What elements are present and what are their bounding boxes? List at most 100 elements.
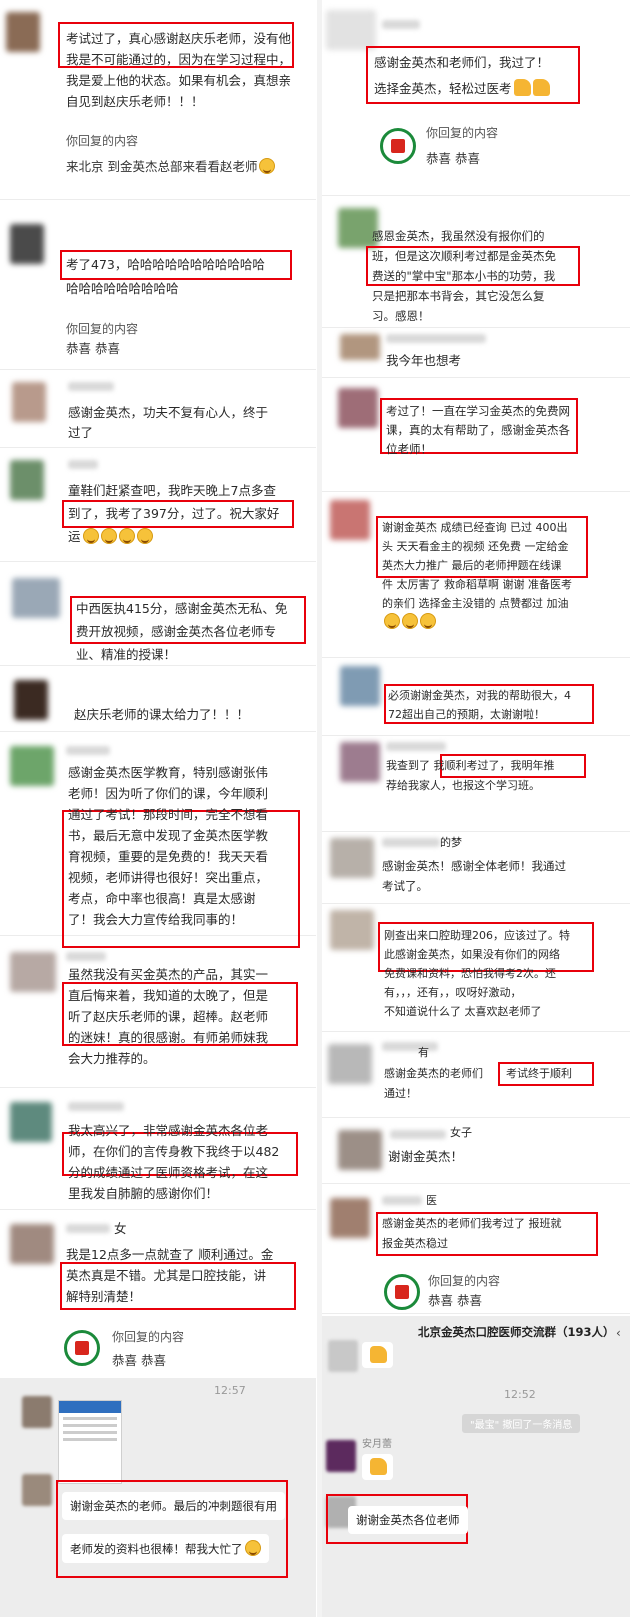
comment-text: 中西医执415分，感谢金英杰无私、免 bbox=[76, 601, 288, 616]
avatar bbox=[330, 838, 374, 878]
system-notice: "最宝" 撤回了一条消息 bbox=[462, 1414, 581, 1433]
comment-text: 业、精准的授课！ bbox=[76, 647, 177, 662]
username-blurred bbox=[382, 20, 420, 29]
comment-post: 我查到了 我顺利考过了，我明年推 荐给我家人，也报这个学习班。 bbox=[322, 738, 630, 832]
username-suffix: 女 bbox=[114, 1221, 127, 1236]
comment-text: 通过！ bbox=[384, 1087, 417, 1100]
comment-text: 考过了！一直在学习金英杰的免费网 课，真的太有帮助了，感谢金英杰各 位老师！ bbox=[386, 404, 570, 456]
avatar bbox=[330, 500, 370, 540]
comment-post: 我太高兴了，非常感谢金英杰各位老 师，在你们的言传身教下我终于以482 分的成绩通过… bbox=[0, 1092, 316, 1210]
reply-label: 你回复的内容 bbox=[66, 134, 139, 148]
comment-post: 有 感谢金英杰的老师们 考试终于顺利 通过！ bbox=[322, 1034, 630, 1118]
avatar bbox=[10, 1102, 52, 1142]
comment-post: 的梦 感谢金英杰！感谢全体老师！我通过 考试了。 bbox=[322, 834, 630, 904]
avatar bbox=[338, 388, 378, 428]
image-line bbox=[63, 1438, 117, 1441]
group-chat-screenshot: 北京金英杰口腔医师交流群（193人） ‹ 12:52 "最宝" 撤回了一条消息 … bbox=[322, 1316, 630, 1617]
reply-body: 恭喜 恭喜 bbox=[428, 1293, 482, 1308]
comment-text: 过了 bbox=[68, 425, 94, 440]
sun-emoji-icon bbox=[136, 528, 153, 544]
comment-text: 感谢金英杰的老师们我考过了 报班就 bbox=[382, 1217, 562, 1230]
username-suffix: 的梦 bbox=[440, 836, 462, 849]
comment-text: 考试终于顺利 bbox=[506, 1067, 572, 1080]
comment-text: 我太高兴了，非常感谢金英杰各位老 师，在你们的言传身教下我终于以482 分的成绩通过… bbox=[68, 1123, 280, 1201]
comment-text: 荐给我家人，也报这个学习班。 bbox=[386, 779, 540, 792]
avatar bbox=[326, 1440, 356, 1472]
avatar bbox=[10, 746, 54, 786]
comment-post: 医 感谢金英杰的老师们我考过了 报班就 报金英杰稳过 你回复的内容 恭喜 恭喜 bbox=[322, 1186, 630, 1314]
comment-text: 费开放视频，感谢金英杰各位老师专 bbox=[76, 624, 277, 639]
comment-post: 女子 谢谢金英杰！ bbox=[322, 1120, 630, 1184]
avatar bbox=[12, 382, 46, 422]
image-line bbox=[63, 1431, 117, 1434]
chat-bubble bbox=[362, 1342, 393, 1368]
avatar bbox=[12, 578, 60, 618]
group-chat-title: 北京金英杰口腔医师交流群（193人） bbox=[418, 1325, 615, 1339]
sun-emoji-icon bbox=[82, 528, 99, 544]
grin-emoji-icon bbox=[244, 1540, 261, 1556]
avatar bbox=[328, 1044, 372, 1084]
comment-text: 运 bbox=[68, 526, 294, 547]
username-blurred bbox=[68, 1102, 124, 1111]
comment-text: 报金英杰稳过 bbox=[382, 1237, 448, 1250]
comment-post: 谢谢金英杰 成绩已经查询 已过 400出头 天天看金主的视频 还免费 一定给金英… bbox=[322, 496, 630, 658]
avatar bbox=[340, 334, 380, 360]
grin-emoji-icon bbox=[384, 613, 400, 629]
jinyingjie-logo-icon bbox=[384, 1274, 420, 1310]
chat-bubble: 谢谢金英杰的老师。最后的冲刺题很有用 bbox=[62, 1492, 285, 1520]
chat-timestamp: 12:52 bbox=[504, 1388, 536, 1401]
comment-post: 我今年也想考 bbox=[322, 330, 630, 378]
image-line bbox=[63, 1417, 117, 1420]
comment-text: 我今年也想考 bbox=[386, 353, 462, 368]
reply-body: 恭喜 恭喜 bbox=[426, 151, 480, 166]
comment-post: 感恩金英杰，我虽然没有报你们的 班，但是这次顺利考过都是金英杰免 费送的"掌中宝"那… bbox=[322, 202, 630, 328]
comment-text: 感谢金英杰，功夫不复有心人，终于 bbox=[68, 405, 269, 420]
username-suffix: 有 bbox=[418, 1046, 429, 1059]
avatar bbox=[14, 680, 48, 720]
comment-post: 必须谢谢金英杰，对我的帮助很大，4 72超出自己的预期，太谢谢啦！ bbox=[322, 662, 630, 736]
jinyingjie-logo-icon bbox=[64, 1330, 100, 1366]
comment-text: 虽然我没有买金英杰的产品，其实一 直后悔来着，我知道的太晚了，但是 听了赵庆乐老师的… bbox=[68, 967, 269, 1066]
chat-bubble: 老师发的资料也很棒！帮我大忙了 bbox=[62, 1534, 269, 1563]
username-suffix: 女子 bbox=[450, 1126, 472, 1139]
comment-post: 感谢金英杰医学教育，特别感谢张伟 老师！因为听了你们的课，今年顺利 通过了考试！那段… bbox=[0, 736, 316, 948]
comment-post: 感谢金英杰，功夫不复有心人，终于 过了 bbox=[0, 372, 316, 448]
chat-screenshot: 12:57 谢谢金英杰的老师。最后的冲刺题很有用 老师发的资料也很棒！帮我大忙了 bbox=[0, 1378, 316, 1617]
comment-text: 选择金英杰，轻松过医考 bbox=[374, 78, 578, 99]
username-blurred bbox=[66, 952, 106, 961]
comment-text: 哈哈哈哈哈哈哈哈哈 bbox=[66, 281, 179, 296]
avatar bbox=[22, 1396, 52, 1428]
username-blurred bbox=[386, 334, 486, 343]
reply-body: 恭喜 恭喜 bbox=[112, 1353, 166, 1368]
avatar bbox=[6, 12, 40, 52]
comment-post: 中西医执415分，感谢金英杰无私、免 费开放视频，感谢金英杰各位老师专 业、精准… bbox=[0, 566, 316, 666]
comment-text: 感谢金英杰的老师们 bbox=[384, 1067, 483, 1080]
avatar bbox=[326, 10, 376, 50]
thumbs-up-icon bbox=[532, 79, 550, 96]
chevron-left-icon[interactable]: ‹ bbox=[616, 1326, 621, 1340]
comment-text: 我查到了 我顺利考过了，我明年推 bbox=[386, 759, 555, 772]
comment-text: 童鞋们赶紧查吧，我昨天晚上7点多查 bbox=[68, 483, 276, 498]
chat-bubble bbox=[362, 1454, 393, 1480]
grin-emoji-icon bbox=[402, 613, 418, 629]
comment-post: 女 我是12点多一点就查了 顺利通过。金 英杰真是不错。尤其是口腔技能，讲 解特别清… bbox=[0, 1214, 316, 1374]
comment-text: 感谢金英杰和老师们，我过了！ bbox=[374, 55, 550, 70]
image-header-bar bbox=[59, 1401, 121, 1413]
image-attachment bbox=[58, 1400, 122, 1484]
avatar bbox=[22, 1474, 52, 1506]
avatar bbox=[10, 952, 56, 992]
avatar bbox=[328, 1340, 358, 1372]
comment-text: 谢谢金英杰 成绩已经查询 已过 400出头 天天看金主的视频 还免费 一定给金英… bbox=[382, 518, 592, 632]
sun-emoji-icon bbox=[100, 528, 117, 544]
username-blurred bbox=[382, 838, 440, 847]
comment-text: 考试过了，真心感谢赵庆乐老师，没有他我是不可能通过的，因为在学习过程中，我是爱上… bbox=[66, 31, 292, 109]
comment-post: 赵庆乐老师的课太给力了！！！ bbox=[0, 670, 316, 732]
comment-text: 我是12点多一点就查了 顺利通过。金 英杰真是不错。尤其是口腔技能，讲 解特别清楚！ bbox=[66, 1247, 274, 1304]
avatar bbox=[338, 1130, 382, 1170]
grin-emoji-icon bbox=[420, 613, 436, 629]
comment-text: 感谢金英杰！感谢全体老师！我通过 考试了。 bbox=[382, 859, 566, 893]
thumbs-up-icon bbox=[370, 1346, 387, 1363]
comment-text: 必须谢谢金英杰，对我的帮助很大，4 72超出自己的预期，太谢谢啦！ bbox=[388, 689, 571, 721]
username-blurred bbox=[68, 460, 98, 469]
comment-post: 考了473，哈哈哈哈哈哈哈哈哈哈哈 哈哈哈哈哈哈哈哈哈 你回复的内容 恭喜 恭喜 bbox=[0, 210, 316, 370]
